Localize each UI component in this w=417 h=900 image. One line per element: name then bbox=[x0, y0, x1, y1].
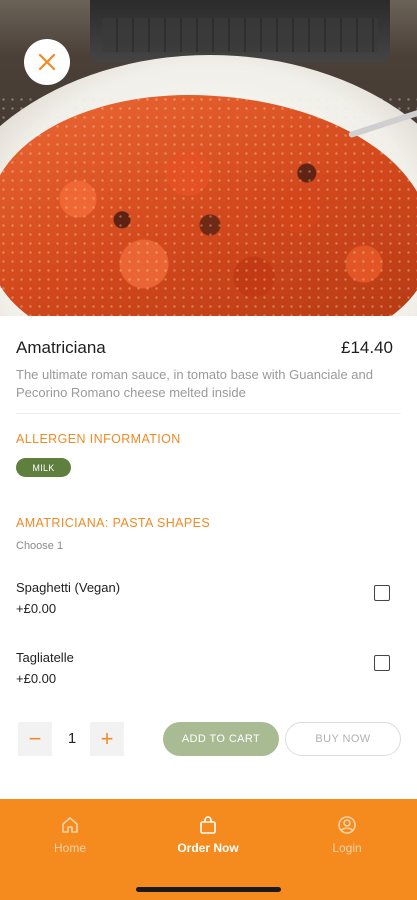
tab-label: Login bbox=[332, 841, 362, 855]
quantity-decrease-button[interactable]: − bbox=[18, 722, 52, 756]
tab-login[interactable]: Login bbox=[297, 815, 397, 855]
quantity-increase-button[interactable]: + bbox=[90, 722, 124, 756]
tab-home[interactable]: Home bbox=[20, 815, 120, 855]
allergen-heading: ALLERGEN INFORMATION bbox=[16, 432, 181, 446]
product-name: Amatriciana bbox=[16, 338, 106, 357]
option-name: Tagliatelle bbox=[16, 650, 74, 665]
product-description: The ultimate roman sauce, in tomato base… bbox=[16, 367, 373, 400]
option-checkbox[interactable] bbox=[374, 585, 390, 601]
choose-hint: Choose 1 bbox=[16, 540, 64, 552]
tab-label: Home bbox=[53, 841, 86, 855]
allergen-badge-milk: MILK bbox=[16, 458, 71, 477]
close-button[interactable] bbox=[24, 39, 70, 85]
quantity-value: 1 bbox=[67, 730, 77, 747]
buy-now-button[interactable]: BUY NOW bbox=[285, 722, 401, 756]
option-tagliatelle[interactable]: Tagliatelle +£0.00 bbox=[16, 650, 396, 690]
tab-order-now[interactable]: Order Now bbox=[158, 815, 258, 855]
close-icon bbox=[38, 53, 56, 71]
home-icon bbox=[62, 817, 78, 833]
add-to-cart-button[interactable]: ADD TO CART bbox=[163, 722, 279, 756]
user-icon bbox=[338, 816, 356, 834]
home-indicator bbox=[136, 887, 281, 892]
option-spaghetti-vegan[interactable]: Spaghetti (Vegan) +£0.00 bbox=[16, 580, 396, 620]
pasta-shapes-heading: AMATRICIANA: PASTA SHAPES bbox=[16, 516, 211, 530]
bag-icon bbox=[200, 816, 216, 834]
option-name: Spaghetti (Vegan) bbox=[16, 580, 121, 595]
option-price: +£0.00 bbox=[16, 671, 57, 686]
option-checkbox[interactable] bbox=[374, 655, 390, 671]
product-price: £14.40 bbox=[341, 338, 393, 357]
bottom-tab-bar: Home Order Now Login bbox=[0, 799, 417, 900]
divider bbox=[16, 413, 401, 414]
option-price: +£0.00 bbox=[16, 601, 57, 616]
tab-label: Order Now bbox=[177, 841, 239, 855]
